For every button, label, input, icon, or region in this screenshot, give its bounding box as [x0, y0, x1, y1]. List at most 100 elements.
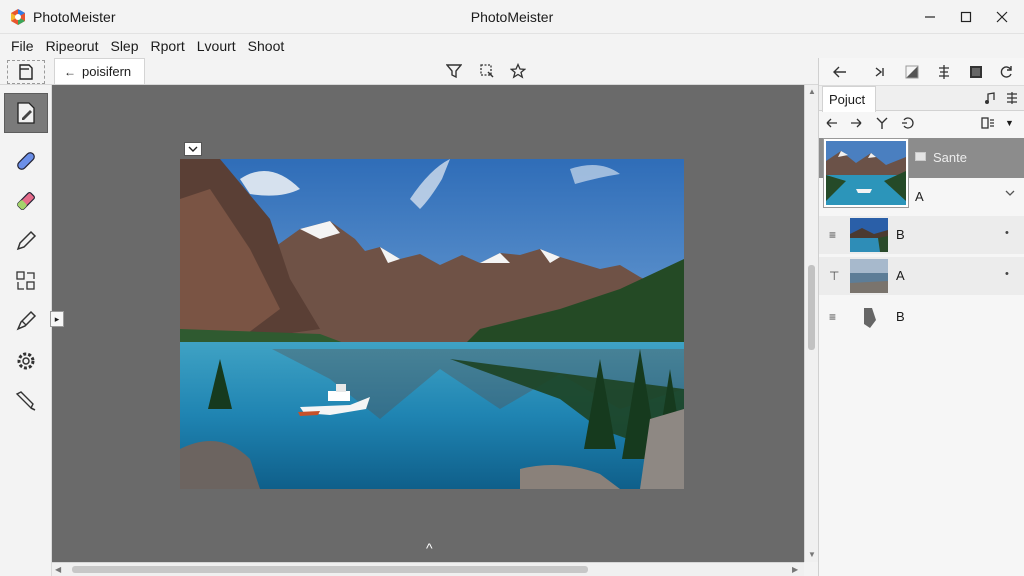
- layer-group-glyph: [981, 117, 994, 129]
- redo-icon[interactable]: [849, 117, 863, 132]
- layer-thumbnail: [850, 300, 888, 334]
- layer-style-icon: [905, 65, 919, 79]
- layer-style-button[interactable]: [901, 62, 923, 82]
- menu-lines-glyph: [1007, 92, 1017, 104]
- menu-rport[interactable]: Rport: [146, 38, 190, 54]
- vertical-scroll-thumb[interactable]: [808, 265, 815, 350]
- layer-thumb-lake: [850, 218, 888, 252]
- side-panel-toggle[interactable]: ▸: [50, 311, 64, 327]
- clone-tool-icon: [15, 391, 36, 411]
- fill-button[interactable]: [965, 62, 987, 82]
- layer-expand-chevron-icon[interactable]: [1005, 188, 1015, 200]
- history-icon[interactable]: [901, 116, 915, 133]
- image-anchor-marker[interactable]: [184, 142, 202, 156]
- pencil-icon: [16, 230, 37, 251]
- refresh-button[interactable]: [995, 62, 1017, 82]
- layer-group-icon[interactable]: [981, 116, 995, 133]
- layer-thumbnail: [850, 259, 888, 293]
- healing-tool[interactable]: [4, 141, 48, 181]
- app-logo-icon: [11, 9, 25, 25]
- thumbnail-image: [826, 141, 906, 205]
- menu-ripeorut[interactable]: Ripeorut: [41, 38, 104, 54]
- minimize-icon: [925, 16, 935, 18]
- layer-thumbnail: [850, 218, 888, 252]
- brush-tool[interactable]: [4, 301, 48, 341]
- menu-file[interactable]: File: [6, 38, 39, 54]
- settings-gear-icon: [17, 352, 35, 370]
- selected-layer-sub: A: [915, 189, 924, 204]
- scroll-left-icon[interactable]: ◀: [55, 565, 61, 574]
- layer-visibility-checkbox[interactable]: [915, 152, 926, 161]
- chevron-down-glyph: [1005, 190, 1015, 196]
- options-dropdown-icon[interactable]: ▼: [1005, 118, 1014, 128]
- selected-layer-thumbnail[interactable]: [824, 139, 908, 207]
- maximize-icon: [960, 11, 972, 23]
- layer-indicator: •: [1005, 268, 1009, 280]
- expand-panel-caret[interactable]: ^: [426, 540, 433, 556]
- collapse-button[interactable]: [869, 62, 891, 82]
- menu-slep[interactable]: Slep: [105, 38, 143, 54]
- collapse-icon: [875, 67, 884, 77]
- document-edit-icon: [17, 102, 35, 124]
- scroll-up-icon[interactable]: ▲: [808, 87, 816, 96]
- align-button[interactable]: [933, 62, 955, 82]
- align-icon: [939, 65, 949, 79]
- layer-name: B: [896, 227, 905, 242]
- tab-back-arrow-icon: ←: [64, 64, 76, 79]
- document-edit-tool[interactable]: [4, 93, 48, 133]
- new-document-icon: [19, 64, 33, 80]
- close-button[interactable]: [984, 0, 1020, 34]
- horizontal-scroll-thumb[interactable]: [72, 566, 588, 573]
- project-panel: Pojuct ▼ Sante A ≡ B • ⊤ A • ≡ B: [818, 58, 1024, 576]
- merge-icon[interactable]: [875, 116, 889, 133]
- history-glyph: [902, 117, 914, 129]
- canvas-image[interactable]: [180, 159, 684, 489]
- title-bar: PhotoMeister PhotoMeister: [0, 0, 1024, 34]
- clone-tool[interactable]: [4, 381, 48, 421]
- filter-funnel-icon: [446, 64, 462, 79]
- menu-shoot[interactable]: Shoot: [243, 38, 290, 54]
- drag-handle-icon[interactable]: ≡: [829, 310, 836, 324]
- star-icon: [510, 63, 526, 79]
- tab-project[interactable]: Pojuct: [822, 86, 876, 112]
- back-button[interactable]: [829, 62, 851, 82]
- transform-icon: [16, 271, 35, 290]
- layer-thumb-object: [850, 300, 888, 334]
- layer-row[interactable]: ≡ B •: [819, 216, 1024, 254]
- close-icon: [996, 11, 1008, 23]
- filter-button[interactable]: [444, 62, 464, 80]
- redo-glyph: [851, 118, 862, 128]
- lake-photo: [180, 159, 684, 489]
- bandage-icon: [17, 152, 35, 170]
- music-note-icon[interactable]: [983, 91, 997, 108]
- drag-handle-icon[interactable]: ≡: [829, 228, 836, 242]
- layer-actions-row: ▼: [819, 111, 1024, 137]
- vertical-scrollbar[interactable]: ▲ ▼: [804, 85, 818, 562]
- menu-lvourt[interactable]: Lvourt: [192, 38, 241, 54]
- maximize-button[interactable]: [948, 0, 984, 34]
- settings-tool[interactable]: [4, 341, 48, 381]
- layer-row[interactable]: ⊤ A •: [819, 257, 1024, 295]
- new-document-button[interactable]: [7, 60, 45, 84]
- document-tab[interactable]: ← poisifern: [54, 58, 145, 84]
- minimize-button[interactable]: [912, 0, 948, 34]
- app-name: PhotoMeister: [33, 9, 116, 25]
- horizontal-scrollbar[interactable]: ◀ ▶: [52, 562, 804, 576]
- canvas-area[interactable]: ▸ ^: [50, 85, 804, 562]
- select-region-button[interactable]: [477, 62, 497, 80]
- pencil-tool[interactable]: [4, 221, 48, 261]
- scroll-down-icon[interactable]: ▼: [808, 550, 816, 559]
- favorite-button[interactable]: [508, 62, 528, 80]
- pin-handle-icon[interactable]: ⊤: [829, 269, 839, 283]
- brush-icon: [16, 310, 37, 331]
- transform-tool[interactable]: [4, 261, 48, 301]
- tools-sidebar: [0, 85, 52, 576]
- layer-row[interactable]: ≡ B: [819, 298, 1024, 336]
- refresh-icon: [1000, 66, 1012, 78]
- fill-square-icon: [970, 66, 982, 78]
- scroll-right-icon[interactable]: ▶: [792, 565, 798, 574]
- undo-icon[interactable]: [825, 117, 839, 132]
- layer-thumb-shore: [850, 259, 888, 293]
- panel-menu-icon[interactable]: [1005, 91, 1019, 108]
- eraser-tool[interactable]: [4, 181, 48, 221]
